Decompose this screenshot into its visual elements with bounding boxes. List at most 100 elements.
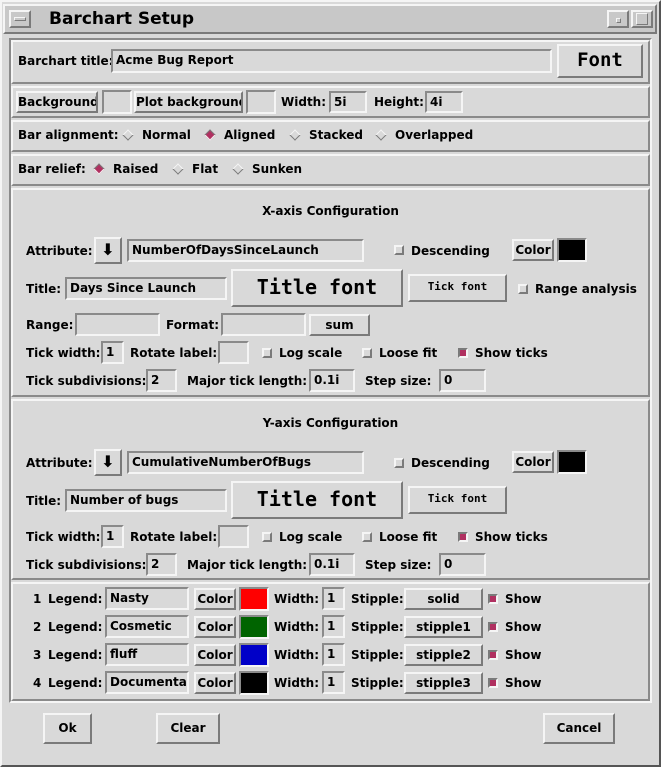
relief-raised-label[interactable]: Raised <box>113 162 158 176</box>
legend-color-button[interactable]: Color <box>194 588 236 610</box>
xaxis-color-swatch[interactable] <box>557 238 587 262</box>
xaxis-attribute-button[interactable]: ⬇ <box>94 237 122 264</box>
legend-width-input[interactable]: 1 <box>322 643 345 666</box>
yaxis-color-button[interactable]: Color <box>512 451 554 473</box>
height-input[interactable]: 4i <box>425 91 463 113</box>
xaxis-descending-checkbox[interactable] <box>394 245 404 255</box>
legend-name-input[interactable]: Nasty <box>105 587 189 610</box>
legend-show-label[interactable]: Show <box>505 676 542 690</box>
yaxis-show-ticks-label[interactable]: Show ticks <box>475 530 548 544</box>
legend-width-input[interactable]: 1 <box>322 587 345 610</box>
yaxis-attribute-button[interactable]: ⬇ <box>94 449 122 476</box>
xaxis-range-analysis-label[interactable]: Range analysis <box>535 282 637 296</box>
cancel-button[interactable]: Cancel <box>543 713 615 744</box>
yaxis-loose-fit-label[interactable]: Loose fit <box>379 530 437 544</box>
yaxis-major-tick-length-input[interactable]: 0.1i <box>309 553 355 576</box>
yaxis-attribute-input[interactable]: CumulativeNumberOfBugs <box>127 451 364 474</box>
yaxis-color-swatch[interactable] <box>557 450 587 474</box>
clear-button[interactable]: Clear <box>156 713 220 744</box>
xaxis-tick-width-input[interactable]: 1 <box>101 341 124 364</box>
yaxis-heading: Y-axis Configuration <box>262 416 399 430</box>
legend-color-swatch[interactable] <box>239 587 269 611</box>
yaxis-show-ticks-checkbox[interactable] <box>458 532 468 542</box>
yaxis-tick-font-label: Tick font <box>427 492 488 505</box>
relief-sunken-label[interactable]: Sunken <box>252 162 302 176</box>
legend-stipple-button[interactable]: stipple3 <box>404 672 483 694</box>
xaxis-range-analysis-checkbox[interactable] <box>518 284 528 294</box>
xaxis-range-input[interactable] <box>75 313 160 336</box>
legend-show-checkbox[interactable] <box>488 594 498 604</box>
yaxis-log-scale-label[interactable]: Log scale <box>279 530 342 544</box>
legend-color-button[interactable]: Color <box>194 672 236 694</box>
legend-stipple-button[interactable]: stipple2 <box>404 644 483 666</box>
xaxis-loose-fit-label[interactable]: Loose fit <box>379 346 437 360</box>
legend-color-swatch[interactable] <box>239 615 269 639</box>
title-bar[interactable]: Barchart Setup <box>3 4 657 34</box>
alignment-stacked-label[interactable]: Stacked <box>309 128 363 142</box>
ok-button[interactable]: Ok <box>43 713 92 744</box>
plot-background-swatch[interactable] <box>246 90 276 114</box>
alignment-overlapped-label[interactable]: Overlapped <box>395 128 473 142</box>
legend-width-input[interactable]: 1 <box>322 671 345 694</box>
plot-background-button[interactable]: Plot background <box>134 91 243 113</box>
legend-stipple-button[interactable]: stipple1 <box>404 616 483 638</box>
yaxis-tick-subdivisions-input[interactable]: 2 <box>146 553 177 576</box>
xaxis-format-input[interactable] <box>221 313 306 336</box>
alignment-aligned-label[interactable]: Aligned <box>224 128 275 142</box>
legend-color-button[interactable]: Color <box>194 616 236 638</box>
yaxis-loose-fit-checkbox[interactable] <box>362 532 372 542</box>
width-input[interactable]: 5i <box>329 91 367 113</box>
legend-stipple-button[interactable]: solid <box>404 588 483 610</box>
yaxis-step-size-input[interactable]: 0 <box>439 553 486 576</box>
legend-row-number: 4 <box>33 676 42 690</box>
legend-width-input[interactable]: 1 <box>322 615 345 638</box>
xaxis-tick-subdivisions-input[interactable]: 2 <box>146 369 177 392</box>
xaxis-attribute-input[interactable]: NumberOfDaysSinceLaunch <box>127 239 364 262</box>
yaxis-log-scale-checkbox[interactable] <box>262 532 272 542</box>
xaxis-show-ticks-label[interactable]: Show ticks <box>475 346 548 360</box>
alignment-normal-label[interactable]: Normal <box>142 128 191 142</box>
yaxis-descending-checkbox[interactable] <box>394 458 404 468</box>
xaxis-title-font-button[interactable]: Title font <box>231 269 403 307</box>
xaxis-rotate-input[interactable] <box>218 341 249 364</box>
chart-title-input[interactable]: Acme Bug Report <box>111 49 552 73</box>
xaxis-show-ticks-checkbox[interactable] <box>458 348 468 358</box>
legend-color-button[interactable]: Color <box>194 644 236 666</box>
arrow-down-icon: ⬇ <box>101 452 115 471</box>
legend-show-checkbox[interactable] <box>488 650 498 660</box>
legend-color-swatch[interactable] <box>239 671 269 695</box>
legend-name-input[interactable]: Cosmetic <box>105 615 189 638</box>
xaxis-log-scale-checkbox[interactable] <box>262 348 272 358</box>
legend-show-checkbox[interactable] <box>488 622 498 632</box>
yaxis-title-font-button[interactable]: Title font <box>231 481 403 519</box>
xaxis-descending-label[interactable]: Descending <box>411 244 490 258</box>
yaxis-tick-width-input[interactable]: 1 <box>101 525 124 548</box>
minimize-icon <box>616 18 621 23</box>
xaxis-loose-fit-checkbox[interactable] <box>362 348 372 358</box>
legend-color-swatch[interactable] <box>239 643 269 667</box>
xaxis-major-tick-length-input[interactable]: 0.1i <box>309 369 355 392</box>
yaxis-rotate-input[interactable] <box>218 525 249 548</box>
legend-show-label[interactable]: Show <box>505 648 542 662</box>
font-button[interactable]: Font <box>557 44 643 78</box>
background-swatch[interactable] <box>102 90 132 114</box>
relief-flat-label[interactable]: Flat <box>192 162 218 176</box>
yaxis-tick-font-button[interactable]: Tick font <box>408 486 507 514</box>
yaxis-title-input[interactable]: Number of bugs <box>65 489 227 512</box>
legend-name-input[interactable]: Documentati <box>105 671 189 694</box>
xaxis-log-scale-label[interactable]: Log scale <box>279 346 342 360</box>
xaxis-tick-font-button[interactable]: Tick font <box>408 274 507 302</box>
window-menu-button[interactable] <box>9 10 31 28</box>
maximize-button[interactable] <box>631 10 653 28</box>
legend-show-label[interactable]: Show <box>505 620 542 634</box>
minimize-button[interactable] <box>607 10 629 28</box>
xaxis-color-button[interactable]: Color <box>512 239 554 261</box>
yaxis-descending-label[interactable]: Descending <box>411 456 490 470</box>
legend-name-input[interactable]: fluff <box>105 643 189 666</box>
background-button[interactable]: Background <box>16 91 98 113</box>
xaxis-title-input[interactable]: Days Since Launch <box>65 277 227 300</box>
xaxis-format-sum-button[interactable]: sum <box>309 314 370 336</box>
legend-show-label[interactable]: Show <box>505 592 542 606</box>
legend-show-checkbox[interactable] <box>488 678 498 688</box>
xaxis-step-size-input[interactable]: 0 <box>439 369 486 392</box>
